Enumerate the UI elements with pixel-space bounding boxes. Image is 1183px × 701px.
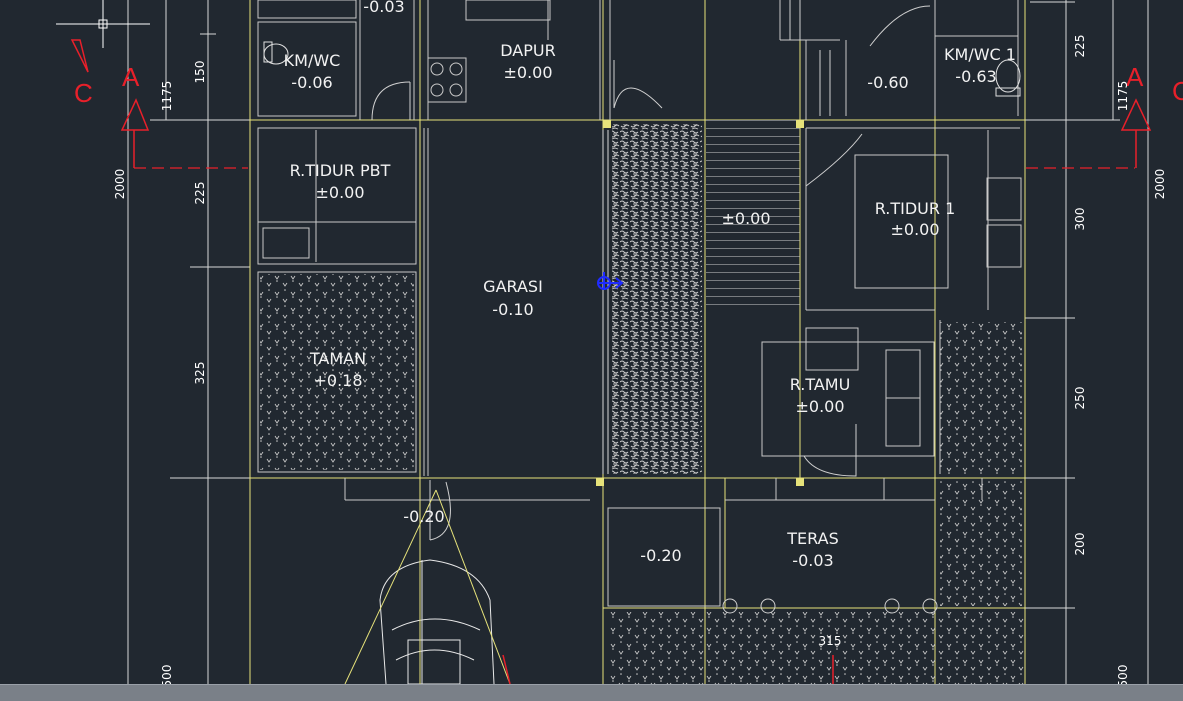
teras-side-level: -0.20 (640, 546, 681, 565)
dapur-name: DAPUR (500, 41, 555, 60)
dim-bottom-315: 315 (819, 634, 842, 648)
dim-left-150: 150 (193, 61, 207, 84)
gravel-walkway-hatch (612, 124, 702, 474)
dapur-level: ±0.00 (503, 63, 552, 82)
dim-left-inner-top: 1175 (160, 81, 174, 112)
dim-right-250: 250 (1073, 387, 1087, 410)
corridor-level: ±0.00 (721, 209, 770, 228)
rtidur1-name: R.TIDUR 1 (875, 199, 956, 218)
planter-pots (722, 598, 938, 614)
front-garden-hatch (608, 612, 1024, 684)
rtidur1-level: ±0.00 (890, 220, 939, 239)
section-label-left-c: C (74, 78, 93, 108)
crosshair-cursor-icon (56, 0, 150, 48)
status-bar (0, 684, 1183, 701)
side-garden-hatch (940, 322, 1022, 474)
dim-right-outer: 2000 (1153, 169, 1167, 200)
dim-right-bottom: 500 (1116, 665, 1130, 684)
kmwc-right-level: -0.63 (955, 67, 996, 86)
cad-drawing-canvas[interactable]: A C A C -0.03 KM/WC -0.06 DAPUR ±0.00 -0… (0, 0, 1183, 684)
teras-garden-hatch (940, 480, 1022, 606)
section-label-right-c: C (1172, 76, 1183, 106)
dim-right-300: 300 (1073, 208, 1087, 231)
teras-name: TERAS (786, 529, 838, 548)
front-level: -0.20 (403, 507, 444, 526)
drawing-viewport[interactable]: A C A C -0.03 KM/WC -0.06 DAPUR ±0.00 -0… (0, 0, 1183, 684)
top-left-level: -0.03 (363, 0, 404, 16)
rtidur-pbt-level: ±0.00 (315, 183, 364, 202)
teras-level: -0.03 (792, 551, 833, 570)
dim-right-1175: 1175 (1116, 81, 1130, 112)
rtidur-pbt-name: R.TIDUR PBT (290, 161, 391, 180)
garasi-name: GARASI (483, 277, 543, 296)
tangga-level: -0.60 (867, 73, 908, 92)
dim-left-outer: 2000 (113, 169, 127, 200)
toilet-right-icon (995, 59, 1021, 97)
taman-level: +0.18 (313, 371, 362, 390)
dim-left-325: 325 (193, 362, 207, 385)
dim-left-bottom: 500 (160, 665, 174, 684)
masonry-column (602, 130, 609, 474)
kmwc-left-level: -0.06 (291, 73, 332, 92)
garasi-level: -0.10 (492, 300, 533, 319)
kmwc-right-name: KM/WC 1 (944, 45, 1016, 64)
left-dimension-lines (127, 0, 250, 684)
section-label-left-a: A (122, 62, 140, 92)
rtamu-level: ±0.00 (795, 397, 844, 416)
rtamu-name: R.TAMU (790, 375, 851, 394)
taman-name: TAMAN (309, 349, 366, 368)
dim-right-200: 200 (1073, 533, 1087, 556)
stair-top (789, 0, 831, 116)
dim-left-225: 225 (193, 182, 207, 205)
kmwc-left-name: KM/WC (284, 51, 341, 70)
dim-right-225: 225 (1073, 35, 1087, 58)
car-icon (379, 559, 495, 684)
